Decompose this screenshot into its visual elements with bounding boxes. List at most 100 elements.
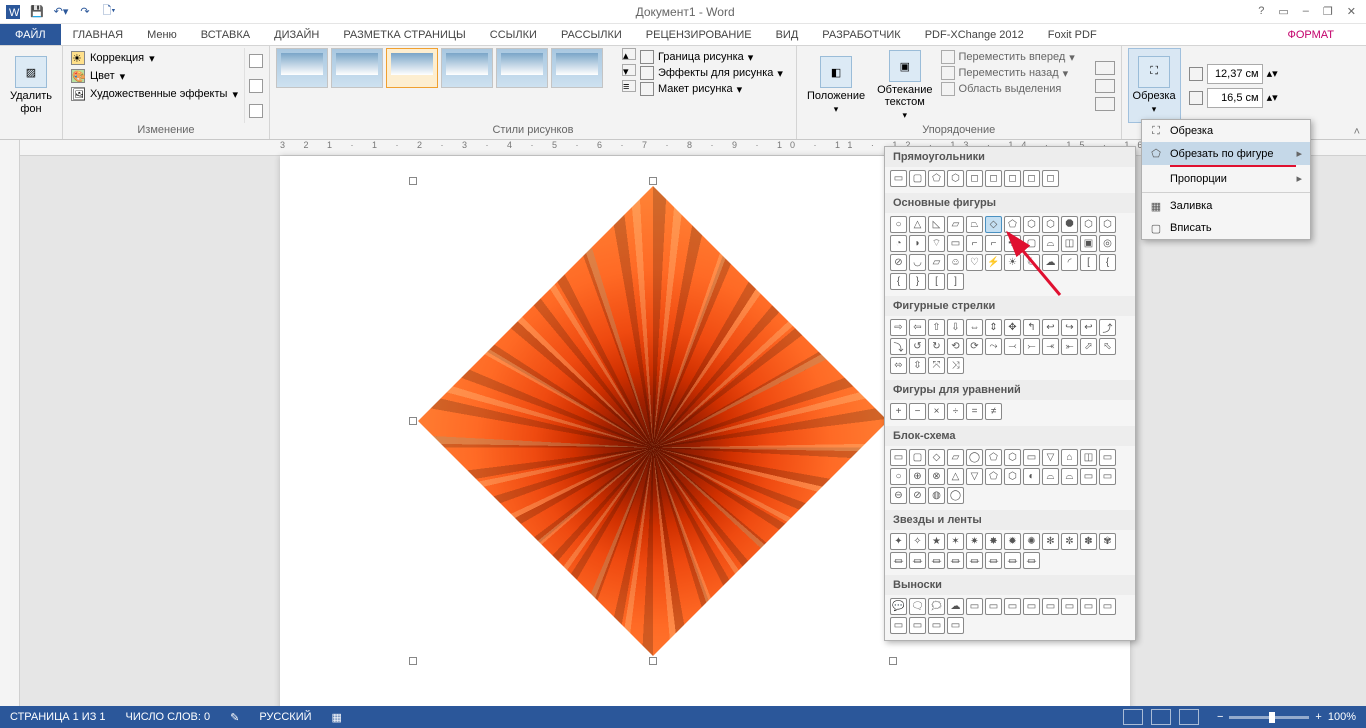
shape-arr-5[interactable]: ⟳ [966,338,983,355]
shape-heptagon[interactable]: ⬡ [1042,216,1059,233]
shape-f11[interactable]: ◫ [1080,449,1097,466]
shape-s7[interactable]: ✹ [1004,533,1021,550]
corrections-button[interactable]: ☀Коррекция ▾ [69,50,240,66]
shape-round2[interactable]: ◻ [985,170,1002,187]
style-scroll-up-icon[interactable]: ▴ [622,48,636,60]
shape-cross[interactable]: ✚ [1004,235,1021,252]
shape-tear[interactable]: ⌔ [928,235,945,252]
shape-plus[interactable]: + [890,403,907,420]
shape-c5[interactable]: ▭ [966,598,983,615]
shape-cloud[interactable]: ☁ [1042,254,1059,271]
shape-f15[interactable]: ⊗ [928,468,945,485]
compress-icon[interactable] [249,54,263,68]
shape-f8[interactable]: ▭ [1023,449,1040,466]
shape-s1[interactable]: ✦ [890,533,907,550]
shape-arr-ud[interactable]: ⇕ [985,319,1002,336]
status-proof-icon[interactable]: ✎ [220,711,249,724]
picture-style-5[interactable] [496,48,548,88]
shape-arr-c3[interactable]: ⤧ [928,357,945,374]
shape-snip[interactable]: ⬠ [928,170,945,187]
handle-bot-mid[interactable] [649,657,657,665]
shape-block-arc[interactable]: ◡ [909,254,926,271]
style-scroll-down-icon[interactable]: ▾ [622,64,636,76]
tab-foxit[interactable]: Foxit PDF [1036,24,1109,45]
shape-triangle[interactable]: △ [909,216,926,233]
shape-r7[interactable]: ⏛ [1004,552,1021,569]
handle-top-mid[interactable] [649,177,657,185]
selection-pane-button[interactable]: Область выделения [941,82,1091,96]
shape-plaque[interactable]: ▢ [1023,235,1040,252]
shape-c14[interactable]: ▭ [909,617,926,634]
shape-hexagon[interactable]: ⬡ [1023,216,1040,233]
change-picture-icon[interactable] [249,79,263,93]
shape-f27[interactable]: ◍ [928,487,945,504]
save-icon[interactable]: 💾 [30,5,44,19]
shape-r8[interactable]: ⏛ [1023,552,1040,569]
tab-design[interactable]: ДИЗАЙН [262,24,331,45]
picture-style-3[interactable] [386,48,438,88]
minimize-button[interactable]: – [1303,5,1309,18]
shape-s2[interactable]: ✧ [909,533,926,550]
picture-style-6[interactable] [551,48,603,88]
shape-rect[interactable]: ▭ [890,170,907,187]
shape-c2[interactable]: 🗨 [909,598,926,615]
shape-heart[interactable]: ♡ [966,254,983,271]
shape-rt-triangle[interactable]: ◺ [928,216,945,233]
shape-div[interactable]: ÷ [947,403,964,420]
shape-c8[interactable]: ▭ [1023,598,1040,615]
align-icon[interactable] [1095,61,1115,75]
tab-home[interactable]: ГЛАВНАЯ [61,24,135,45]
shape-c3[interactable]: 🗯 [928,598,945,615]
collapse-ribbon-icon[interactable]: ˄ [1354,126,1360,138]
shape-s12[interactable]: ✾ [1099,533,1116,550]
zoom-slider[interactable] [1229,716,1309,719]
shape-c13[interactable]: ▭ [890,617,907,634]
shape-snip3[interactable]: ◻ [966,170,983,187]
shape-f9[interactable]: ▽ [1042,449,1059,466]
width-input[interactable] [1207,88,1263,108]
shape-f12[interactable]: ▭ [1099,449,1116,466]
crop-item-crop[interactable]: ⛶Обрезка [1142,120,1310,142]
shape-arr-7[interactable]: ⤙ [1004,338,1021,355]
shape-cube[interactable]: ◫ [1061,235,1078,252]
shape-arr-r[interactable]: ⇨ [890,319,907,336]
tab-pdfxchange[interactable]: PDF-XChange 2012 [913,24,1036,45]
shape-diamond[interactable]: ◇ [985,216,1002,233]
shape-arr-10[interactable]: ⤜ [1061,338,1078,355]
shape-snip2[interactable]: ⬡ [947,170,964,187]
picture-style-2[interactable] [331,48,383,88]
help-button[interactable]: ? [1258,5,1264,18]
redo-icon[interactable]: ↷ [78,5,92,19]
shape-c7[interactable]: ▭ [1004,598,1021,615]
crop-item-aspect[interactable]: Пропорции▸ [1142,167,1310,190]
shape-brace[interactable]: { [1099,254,1116,271]
position-button[interactable]: ◧ Положение▾ [803,48,869,123]
shape-c10[interactable]: ▭ [1061,598,1078,615]
shape-r4[interactable]: ⏛ [947,552,964,569]
shape-round-rect[interactable]: ▢ [909,170,926,187]
shape-parallelogram[interactable]: ▱ [947,216,964,233]
zoom-out-button[interactable]: − [1217,711,1223,723]
crop-button[interactable]: ⛶ Обрезка▾ [1128,48,1181,123]
height-input[interactable] [1207,64,1263,84]
shape-s10[interactable]: ✼ [1061,533,1078,550]
view-web-icon[interactable] [1179,709,1199,725]
handle-left-mid[interactable] [409,417,417,425]
shape-r3[interactable]: ⏛ [928,552,945,569]
shape-l-shape[interactable]: ⌐ [985,235,1002,252]
shape-arr-c2[interactable]: ⇳ [909,357,926,374]
undo-icon[interactable]: ↶▾ [54,5,68,19]
shape-arc[interactable]: ◜ [1061,254,1078,271]
picture-style-1[interactable] [276,48,328,88]
shape-s5[interactable]: ✷ [966,533,983,550]
shape-c6[interactable]: ▭ [985,598,1002,615]
tab-review[interactable]: РЕЦЕНЗИРОВАНИЕ [634,24,764,45]
crop-item-fill[interactable]: ▦Заливка [1142,195,1310,217]
shape-arr-bent[interactable]: ↰ [1023,319,1040,336]
shape-arr-1[interactable]: ⤵ [890,338,907,355]
picture-effects-button[interactable]: Эффекты для рисунка ▾ [640,66,790,80]
shape-c15[interactable]: ▭ [928,617,945,634]
shape-minus[interactable]: − [909,403,926,420]
shape-arr-curved-u[interactable]: ⤴ [1099,319,1116,336]
shape-rbrace[interactable]: } [909,273,926,290]
